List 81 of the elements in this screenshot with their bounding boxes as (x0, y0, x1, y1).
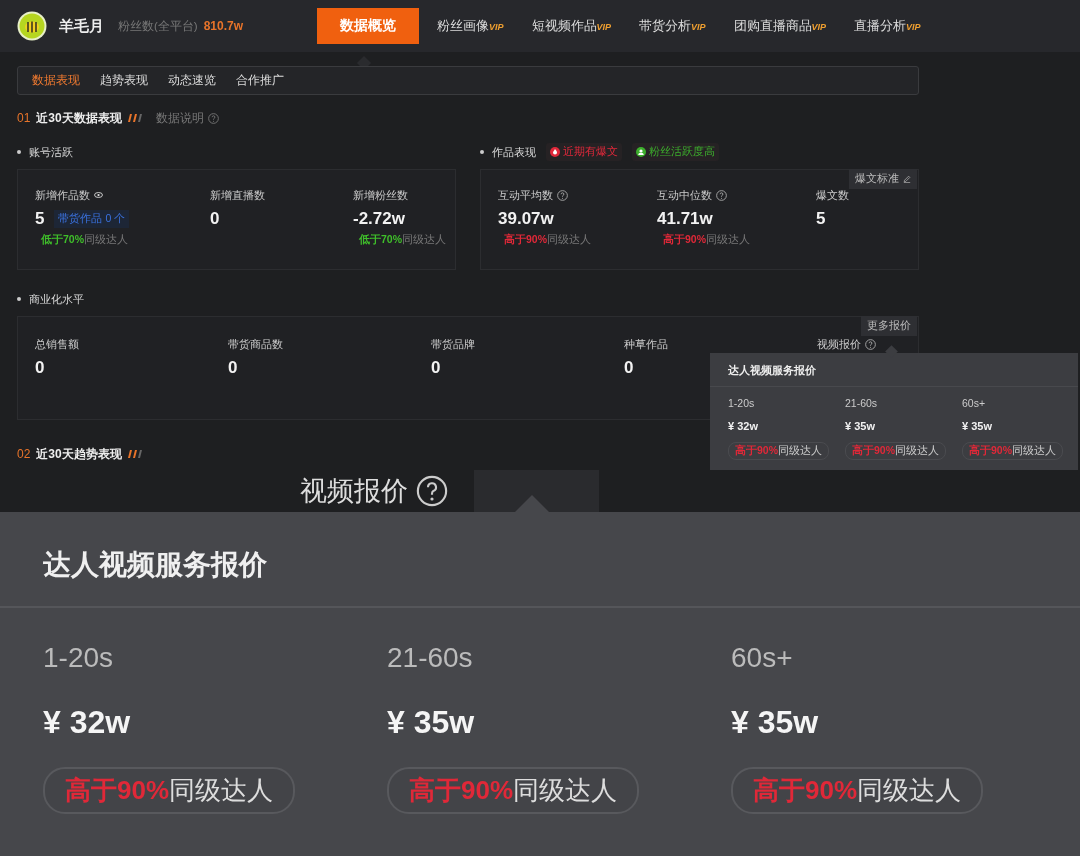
tooltip-title: 达人视频服务报价 (710, 364, 1078, 387)
metric-label: 爆文数 (816, 187, 849, 203)
metric-value: -2.72w (353, 209, 405, 229)
metric-value: 0 (431, 358, 441, 378)
comparison-pill: 高于90%同级达人 (728, 442, 829, 460)
price-value: ¥ 35w (387, 704, 475, 741)
nav-tab[interactable]: 短视频作品VIP (517, 8, 626, 44)
duration-label: 1-20s (43, 642, 114, 674)
section-number: 02 (17, 447, 31, 461)
metric-value: 0 (35, 358, 45, 378)
metric-label: 带货商品数 (228, 336, 283, 352)
fans-count: 810.7w (203, 19, 244, 33)
help-icon (416, 475, 448, 507)
price-value: ¥ 35w (962, 420, 992, 432)
section-number: 01 (17, 111, 31, 125)
comparison-pill: 高于90%同级达人 (387, 767, 640, 814)
duration-label: 21-60s (845, 397, 878, 409)
comparison-pill: 高于90%同级达人 (731, 767, 984, 814)
comparison-text: 低于70%同级达人 (359, 233, 446, 247)
metric-value: 0 (210, 209, 220, 229)
metric-label: 新增粉丝数 (353, 187, 408, 203)
metric-value: 5 (816, 209, 826, 229)
section-title: 近30天趋势表现 (36, 445, 122, 463)
duration-label: 21-60s (387, 642, 473, 674)
duration-label: 60s+ (731, 642, 793, 674)
nav-tab[interactable]: 团购直播商品VIP (719, 8, 841, 44)
comparison-text: 低于70%同级达人 (41, 233, 128, 247)
comparison-text: 高于90%同级达人 (504, 233, 591, 247)
account-name: 羊毛月 (59, 16, 104, 36)
zoomed-label: 视频报价 (300, 475, 408, 508)
duration-label: 60s+ (962, 397, 986, 409)
help-icon[interactable] (716, 189, 727, 201)
help-link[interactable]: 数据说明 (155, 110, 204, 126)
group-title: 商业化水平 (29, 291, 84, 307)
subtab[interactable]: 合作推广 (226, 72, 294, 89)
help-icon[interactable] (207, 112, 219, 124)
price-value: ¥ 35w (731, 704, 819, 741)
metric-label: 新增作品数 (35, 187, 90, 203)
group-title: 账号活跃 (29, 144, 73, 160)
help-icon[interactable] (865, 338, 876, 350)
nav-tab[interactable]: 直播分析VIP (840, 8, 935, 44)
price-value: ¥ 32w (43, 704, 131, 741)
metric-label: 互动平均数 (498, 187, 553, 203)
info-tag: 带货作品 0 个 (54, 210, 130, 228)
subtab[interactable]: 趋势表现 (90, 72, 158, 89)
metric-value: 39.07w (498, 209, 554, 229)
metric-value: 0 (624, 358, 634, 378)
metric-value: 41.71w (657, 209, 713, 229)
edit-icon (903, 175, 911, 183)
subtab[interactable]: 动态速览 (158, 72, 226, 89)
group-title: 作品表现 (492, 144, 536, 160)
section-title: 近30天数据表现 (36, 109, 122, 127)
comparison-text: 高于90%同级达人 (663, 233, 750, 247)
status-badge: 近期有爆文 (546, 143, 622, 161)
stripes-icon (125, 114, 142, 122)
price-value: ¥ 32w (728, 420, 758, 432)
price-value: ¥ 35w (845, 420, 875, 432)
metric-label: 视频报价 (817, 336, 861, 352)
metric-label: 总销售额 (35, 336, 79, 352)
duration-label: 1-20s (728, 397, 755, 409)
eye-icon[interactable] (94, 192, 103, 198)
criteria-button[interactable]: 爆文标准 (849, 169, 917, 189)
metric-label: 互动中位数 (657, 187, 712, 203)
nav-tab[interactable]: 粉丝画像VIP (423, 8, 518, 44)
tooltip-title: 达人视频服务报价 (0, 512, 1080, 608)
comparison-pill: 高于90%同级达人 (43, 767, 296, 814)
nav-tab[interactable]: 带货分析VIP (625, 8, 720, 44)
avatar-icon (17, 11, 47, 41)
help-icon[interactable] (557, 189, 568, 201)
metric-label: 种草作品 (624, 336, 668, 352)
comparison-pill: 高于90%同级达人 (845, 442, 946, 460)
metric-label: 新增直播数 (210, 187, 265, 203)
fans-label: 粉丝数(全平台) (118, 18, 198, 34)
comparison-pill: 高于90%同级达人 (962, 442, 1063, 460)
metric-label: 带货品牌 (431, 336, 475, 352)
more-quotes-button[interactable]: 更多报价 (861, 316, 917, 336)
metric-value: 0 (228, 358, 238, 378)
metric-value: 5 (35, 209, 45, 229)
subtab[interactable]: 数据表现 (22, 72, 90, 89)
stripes-icon (125, 450, 142, 458)
status-badge: 粉丝活跃度高 (632, 143, 719, 161)
